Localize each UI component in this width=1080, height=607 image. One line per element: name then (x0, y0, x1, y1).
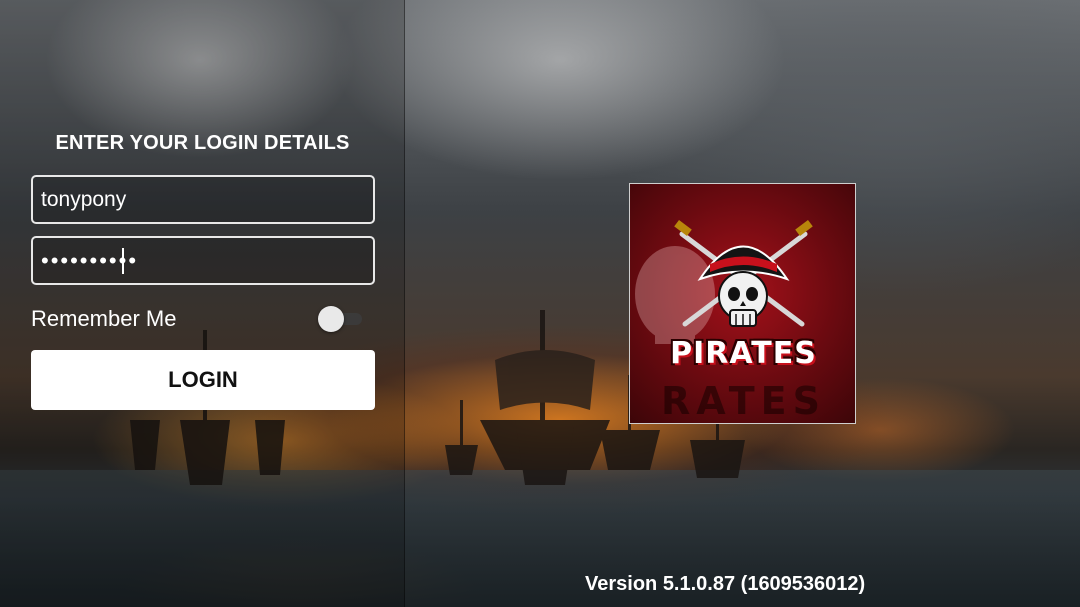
text-cursor (122, 248, 124, 274)
login-panel: ENTER YOUR LOGIN DETAILS Remember Me LOG… (0, 0, 405, 607)
logo-title: PIRATES (670, 336, 817, 371)
login-screen: ENTER YOUR LOGIN DETAILS Remember Me LOG… (0, 0, 1080, 607)
password-input[interactable] (31, 236, 375, 285)
pirates-logo: PIRATES RATES (629, 183, 856, 424)
remember-me-toggle[interactable] (318, 306, 362, 332)
username-input[interactable] (31, 175, 375, 224)
remember-me-label: Remember Me (31, 306, 177, 331)
toggle-knob (318, 306, 344, 332)
logo-echo-text: RATES (661, 379, 826, 423)
login-button[interactable]: LOGIN (31, 350, 375, 410)
login-heading: ENTER YOUR LOGIN DETAILS (55, 132, 350, 154)
version-label: Version 5.1.0.87 (1609536012) (585, 573, 866, 595)
